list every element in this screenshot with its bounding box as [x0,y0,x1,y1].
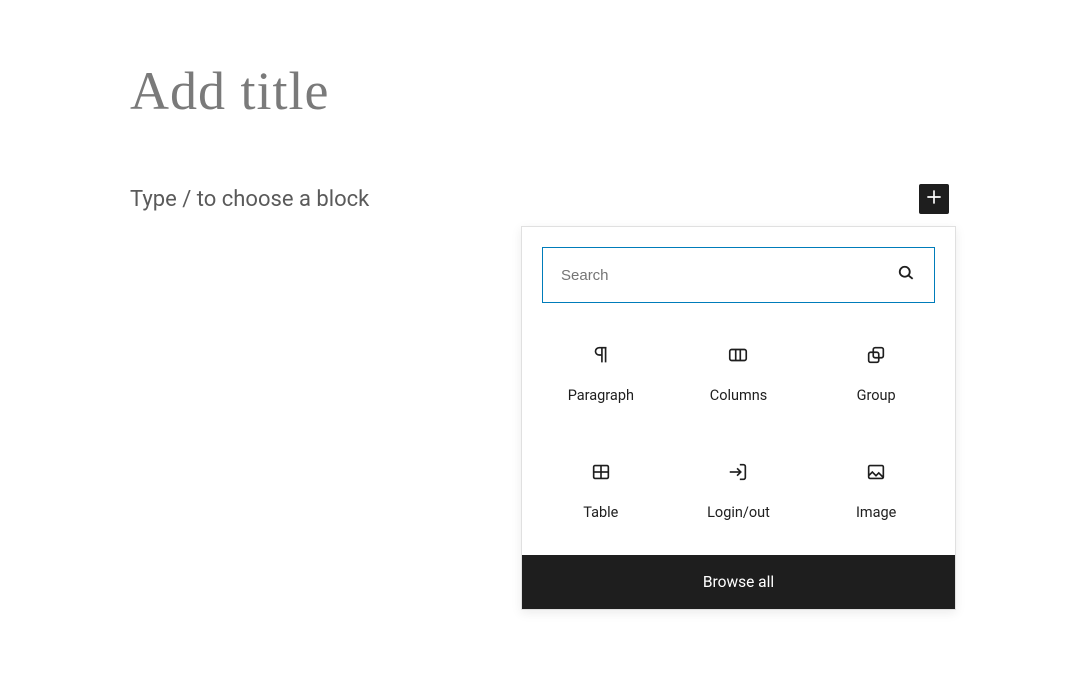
block-item-group[interactable]: Group [807,335,945,412]
paragraph-icon [589,343,613,367]
block-item-login[interactable]: Login/out [670,452,808,529]
login-icon [726,460,750,484]
content-placeholder[interactable]: Type / to choose a block [130,187,369,212]
search-wrap [522,227,955,315]
block-item-image[interactable]: Image [807,452,945,529]
group-icon [864,343,888,367]
content-row: Type / to choose a block [130,184,949,214]
browse-all-button[interactable]: Browse all [522,555,955,609]
block-label: Image [856,504,896,521]
block-item-paragraph[interactable]: Paragraph [532,335,670,412]
block-label: Table [583,504,618,521]
block-item-table[interactable]: Table [532,452,670,529]
block-inserter-popover: Paragraph Columns Group [521,226,956,610]
blocks-grid: Paragraph Columns Group [522,315,955,555]
add-block-button[interactable] [919,184,949,214]
block-label: Group [857,387,896,404]
columns-icon [726,343,750,367]
plus-icon [924,187,944,211]
post-title-input[interactable] [130,60,949,122]
block-label: Login/out [707,504,770,521]
search-field[interactable] [542,247,935,303]
search-icon [896,263,916,287]
block-label: Paragraph [568,387,634,404]
editor-canvas: Type / to choose a block [0,0,1079,214]
table-icon [589,460,613,484]
block-label: Columns [710,387,767,404]
image-icon [864,460,888,484]
search-input[interactable] [561,267,896,284]
block-item-columns[interactable]: Columns [670,335,808,412]
